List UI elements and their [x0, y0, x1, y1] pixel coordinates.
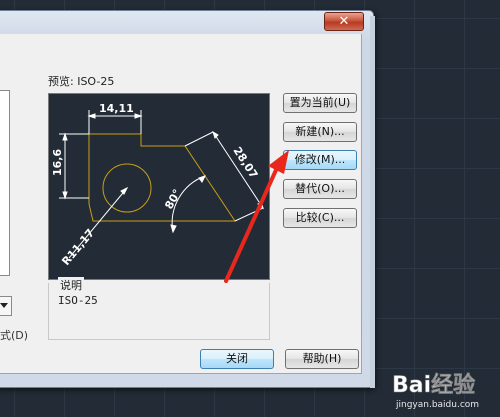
dim-radius-label: R11,17	[59, 226, 97, 267]
svg-text:Bai经验: Bai经验	[392, 372, 475, 398]
list-option-label: 式(D)	[0, 329, 29, 342]
window-edge	[370, 16, 375, 388]
set-current-button[interactable]: 置为当前(U)	[283, 93, 357, 113]
dim-slant-label: 28,07	[230, 145, 260, 181]
styles-list[interactable]	[0, 90, 10, 276]
help-button[interactable]: 帮助(H)	[285, 349, 359, 369]
dim-height-label: 16,6	[51, 149, 64, 176]
preview-title: 预览: ISO-25	[48, 75, 115, 88]
baidu-jingyan-watermark: Bai经验 jingyan.baidu.com	[392, 368, 496, 414]
preview-drawing: 14,11 16,6 28,07 80° R11,17	[51, 102, 265, 268]
watermark-url: jingyan.baidu.com	[396, 400, 480, 410]
dim-angle-label: 80°	[162, 187, 184, 212]
dropdown-arrow-icon	[0, 303, 8, 308]
list-filter-dropdown[interactable]	[0, 296, 12, 316]
override-style-button[interactable]: 替代(O)...	[283, 179, 357, 199]
dim-width-label: 14,11	[99, 102, 134, 115]
baidu-logo-icon: Bai经验	[392, 372, 475, 398]
modify-style-button[interactable]: 修改(M)...	[283, 150, 357, 170]
description-label: 说明	[58, 277, 84, 293]
description-text: ISO-25	[58, 294, 98, 307]
compare-styles-button[interactable]: 比较(C)...	[283, 208, 357, 228]
close-icon[interactable]: ✕	[324, 12, 364, 31]
new-style-button[interactable]: 新建(N)...	[283, 122, 357, 142]
preview-pane: 14,11 16,6 28,07 80° R11,17	[48, 93, 270, 280]
close-button[interactable]: 关闭	[200, 349, 274, 369]
